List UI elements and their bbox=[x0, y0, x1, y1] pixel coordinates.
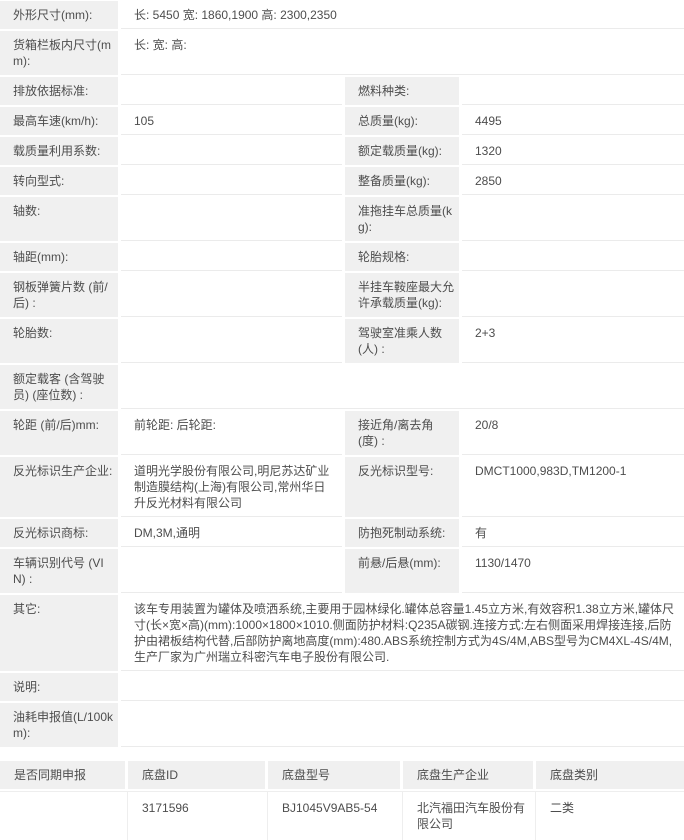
spec-row: 反光标识生产企业: 道明光学股份有限公司,明尼苏达矿业制造膜结构(上海)有限公司… bbox=[0, 457, 684, 517]
spec-label-cell: 防抱死制动系统: bbox=[345, 519, 459, 547]
spec-value-cell bbox=[462, 243, 684, 271]
spec-row: 车辆识别代号 (VIN) : 前悬/后悬(mm): 1130/1470 bbox=[0, 549, 684, 593]
spec-label-cell: 排放依据标准: bbox=[0, 77, 118, 105]
chassis-data-row: 3171596 BJ1045V9AB5-54 北汽福田汽车股份有限公司 二类 bbox=[0, 791, 684, 840]
spec-label-cell: 轴距(mm): bbox=[0, 243, 118, 271]
chassis-table: 是否同期申报 底盘ID 底盘型号 底盘生产企业 底盘类别 3171596 BJ1… bbox=[0, 761, 684, 840]
spec-label-cell: 轮距 (前/后)mm: bbox=[0, 411, 118, 455]
spec-row: 货箱栏板内尺寸(mm): 长: 宽: 高: bbox=[0, 31, 684, 75]
spec-label-cell: 总质量(kg): bbox=[345, 107, 459, 135]
spec-value-cell: 1320 bbox=[462, 137, 684, 165]
spec-label-cell: 反光标识生产企业: bbox=[0, 457, 118, 517]
spec-label-cell: 反光标识商标: bbox=[0, 519, 118, 547]
spec-label-cell: 燃料种类: bbox=[345, 77, 459, 105]
chassis-header-cell: 是否同期申报 bbox=[0, 761, 125, 789]
spec-value-cell: 105 bbox=[121, 107, 342, 135]
chassis-data-cell: 二类 bbox=[536, 791, 684, 840]
spec-row: 油耗申报值(L/100km): bbox=[0, 703, 684, 747]
spec-label-cell: 半挂车鞍座最大允许承载质量(kg): bbox=[345, 273, 459, 317]
spec-row: 轮距 (前/后)mm: 前轮距: 后轮距: 接近角/离去角 (度) : 20/8 bbox=[0, 411, 684, 455]
spec-value-cell bbox=[121, 197, 342, 241]
chassis-data-cell: 3171596 bbox=[128, 791, 268, 840]
spec-value-cell bbox=[121, 167, 342, 195]
spec-value-cell: 1130/1470 bbox=[462, 549, 684, 593]
spec-row: 最高车速(km/h): 105 总质量(kg): 4495 bbox=[0, 107, 684, 135]
spec-value-cell bbox=[121, 549, 342, 593]
spec-value-cell: 长: 宽: 高: bbox=[121, 31, 684, 75]
spec-row: 转向型式: 整备质量(kg): 2850 bbox=[0, 167, 684, 195]
spec-value-cell: 2+3 bbox=[462, 319, 684, 363]
spec-row: 说明: bbox=[0, 673, 684, 701]
spec-value-cell: 道明光学股份有限公司,明尼苏达矿业制造膜结构(上海)有限公司,常州华日升反光材料… bbox=[121, 457, 342, 517]
spec-label-cell: 反光标识型号: bbox=[345, 457, 459, 517]
chassis-data-cell: BJ1045V9AB5-54 bbox=[268, 791, 403, 840]
spec-row: 外形尺寸(mm): 长: 5450 宽: 1860,1900 高: 2300,2… bbox=[0, 1, 684, 29]
chassis-data-cell bbox=[0, 791, 128, 840]
spec-value-cell bbox=[121, 243, 342, 271]
spec-label-cell: 准拖挂车总质量(kg): bbox=[345, 197, 459, 241]
spec-row: 钢板弹簧片数 (前/后) : 半挂车鞍座最大允许承载质量(kg): bbox=[0, 273, 684, 317]
spec-label-cell: 货箱栏板内尺寸(mm): bbox=[0, 31, 118, 75]
spec-label-cell: 最高车速(km/h): bbox=[0, 107, 118, 135]
spec-row: 反光标识商标: DM,3M,通明 防抱死制动系统: 有 bbox=[0, 519, 684, 547]
spec-label-cell: 轴数: bbox=[0, 197, 118, 241]
chassis-header-cell: 底盘生产企业 bbox=[403, 761, 533, 789]
spec-row: 轴距(mm): 轮胎规格: bbox=[0, 243, 684, 271]
spec-label-cell: 前悬/后悬(mm): bbox=[345, 549, 459, 593]
spec-label-cell: 接近角/离去角 (度) : bbox=[345, 411, 459, 455]
chassis-header-cell: 底盘ID bbox=[128, 761, 265, 789]
spec-label-cell: 转向型式: bbox=[0, 167, 118, 195]
vehicle-spec-table: 外形尺寸(mm): 长: 5450 宽: 1860,1900 高: 2300,2… bbox=[0, 0, 684, 747]
spec-row: 额定载客 (含驾驶员) (座位数) : bbox=[0, 365, 684, 409]
spec-label-cell: 额定载质量(kg): bbox=[345, 137, 459, 165]
spec-row: 排放依据标准: 燃料种类: bbox=[0, 77, 684, 105]
spec-value-cell: 长: 5450 宽: 1860,1900 高: 2300,2350 bbox=[121, 1, 684, 29]
spec-value-cell: 该车专用装置为罐体及喷洒系统,主要用于园林绿化.罐体总容量1.45立方米,有效容… bbox=[121, 595, 684, 671]
spec-label-cell: 其它: bbox=[0, 595, 118, 671]
chassis-header-cell: 底盘类别 bbox=[536, 761, 684, 789]
spec-row: 轮胎数: 驾驶室准乘人数 (人) : 2+3 bbox=[0, 319, 684, 363]
spec-value-cell bbox=[462, 273, 684, 317]
spec-value-cell bbox=[462, 197, 684, 241]
spec-value-cell bbox=[121, 319, 342, 363]
spec-label-cell: 外形尺寸(mm): bbox=[0, 1, 118, 29]
spec-value-cell: 2850 bbox=[462, 167, 684, 195]
spec-value-cell: 4495 bbox=[462, 107, 684, 135]
spec-label-cell: 车辆识别代号 (VIN) : bbox=[0, 549, 118, 593]
spec-label-cell: 轮胎数: bbox=[0, 319, 118, 363]
spec-value-cell: DMCT1000,983D,TM1200-1 bbox=[462, 457, 684, 517]
spec-value-cell: DM,3M,通明 bbox=[121, 519, 342, 547]
spec-row: 其它: 该车专用装置为罐体及喷洒系统,主要用于园林绿化.罐体总容量1.45立方米… bbox=[0, 595, 684, 671]
chassis-header-cell: 底盘型号 bbox=[268, 761, 400, 789]
spec-value-cell bbox=[121, 673, 684, 701]
spec-label-cell: 驾驶室准乘人数 (人) : bbox=[345, 319, 459, 363]
chassis-data-cell: 北汽福田汽车股份有限公司 bbox=[403, 791, 536, 840]
spec-label-cell: 额定载客 (含驾驶员) (座位数) : bbox=[0, 365, 118, 409]
spec-value-cell bbox=[121, 365, 684, 409]
spec-value-cell bbox=[121, 273, 342, 317]
spec-label-cell: 载质量利用系数: bbox=[0, 137, 118, 165]
spec-row: 轴数: 准拖挂车总质量(kg): bbox=[0, 197, 684, 241]
spec-value-cell bbox=[121, 137, 342, 165]
spec-value-cell bbox=[462, 77, 684, 105]
spec-value-cell: 20/8 bbox=[462, 411, 684, 455]
spec-label-cell: 油耗申报值(L/100km): bbox=[0, 703, 118, 747]
spec-value-cell: 前轮距: 后轮距: bbox=[121, 411, 342, 455]
spec-label-cell: 轮胎规格: bbox=[345, 243, 459, 271]
spec-row: 载质量利用系数: 额定载质量(kg): 1320 bbox=[0, 137, 684, 165]
chassis-header-row: 是否同期申报 底盘ID 底盘型号 底盘生产企业 底盘类别 bbox=[0, 761, 684, 789]
spec-label-cell: 钢板弹簧片数 (前/后) : bbox=[0, 273, 118, 317]
spec-value-cell bbox=[121, 703, 684, 747]
spec-label-cell: 整备质量(kg): bbox=[345, 167, 459, 195]
spec-value-cell: 有 bbox=[462, 519, 684, 547]
spec-value-cell bbox=[121, 77, 342, 105]
spec-label-cell: 说明: bbox=[0, 673, 118, 701]
